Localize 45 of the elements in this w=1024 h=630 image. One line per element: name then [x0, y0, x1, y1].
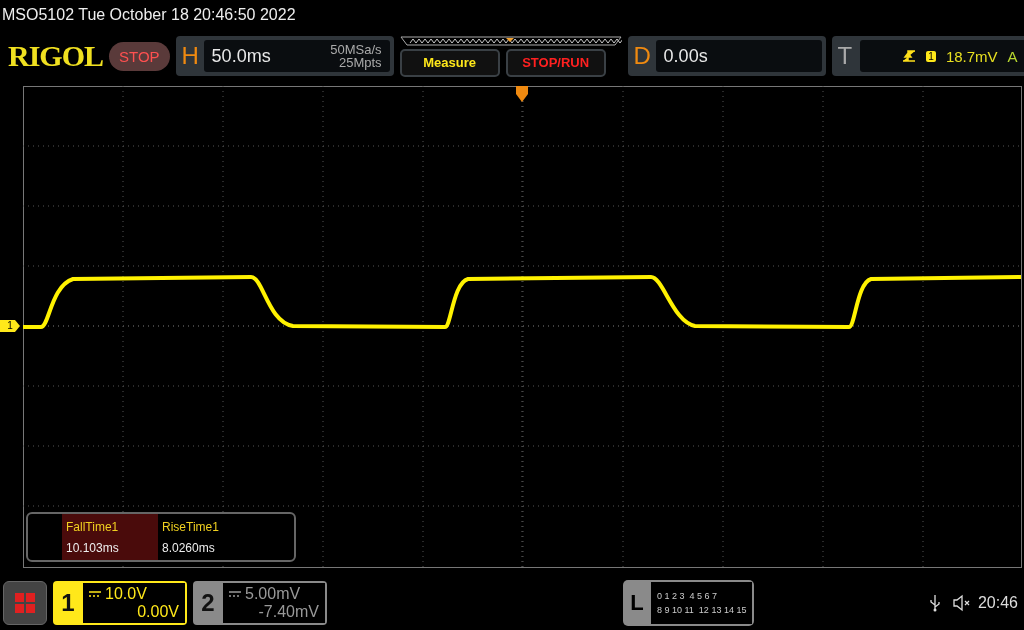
trigger-level: 18.7mV [945, 47, 998, 65]
channel-offset: 0.00V [136, 603, 179, 621]
channel-scale: 5.00mV [245, 585, 301, 603]
logic-channel-numbers: 0 1 2 3 4 5 6 7 [657, 591, 719, 601]
timebase-value: 50.0ms [211, 45, 271, 67]
rising-edge-icon [902, 49, 917, 63]
measurement-item[interactable]: FallTime1 10.103ms [62, 514, 158, 560]
clock: 20:46 [977, 594, 1018, 612]
channel-number: 1 [60, 588, 76, 618]
measure-button[interactable]: Measure [399, 48, 500, 77]
channel-number: 2 [200, 588, 216, 618]
measurement-value: 10.103ms [66, 540, 120, 555]
trigger-label: T [837, 42, 854, 70]
delay-panel[interactable]: D 0.00s [627, 36, 826, 76]
horizontal-label: H [181, 42, 200, 70]
sample-rate: 50MSa/s [330, 43, 382, 56]
status-line: MSO5102 Tue October 18 20:46:50 2022 [1, 5, 297, 25]
horizontal-panel[interactable]: H 50.0ms 50MSa/s 25Mpts [175, 36, 394, 76]
menu-button[interactable] [3, 581, 47, 625]
trigger-position-icon [516, 86, 528, 102]
speaker-muted-icon [951, 594, 972, 612]
trigger-panel[interactable]: T 1 18.7mV A [831, 36, 1024, 76]
dc-coupling-icon [89, 591, 101, 597]
measurement-value: 8.0260ms [162, 540, 216, 555]
memory-depth: 25Mpts [338, 56, 382, 69]
channel-marker: 1 [0, 320, 20, 332]
delay-value: 0.00s [663, 45, 708, 67]
channel-scale: 10.0V [105, 585, 147, 603]
channel-panel[interactable]: 1 10.0V 0.00V [53, 581, 187, 625]
dc-coupling-icon [229, 591, 241, 597]
channel-offset: -7.40mV [257, 603, 319, 621]
brand-logo: RIGOL [8, 39, 104, 73]
usb-icon [929, 594, 940, 612]
logic-channel-numbers: 8 9 10 11 12 13 14 15 [657, 605, 747, 615]
channel-panel[interactable]: 2 5.00mV -7.40mV [193, 581, 327, 625]
logic-label: L [629, 589, 645, 617]
grid-menu-icon [14, 592, 36, 614]
trigger-source-badge: 1 [926, 50, 936, 62]
stop-run-button[interactable]: STOP/RUN [505, 48, 606, 77]
delay-label: D [633, 42, 652, 70]
logic-panel[interactable]: L 0 1 2 3 4 5 6 7 8 9 10 11 12 13 14 15 [623, 580, 755, 626]
measurement-item[interactable]: RiseTime1 8.0260ms [158, 514, 254, 560]
measurement-name: FallTime1 [66, 519, 120, 534]
measurement-name: RiseTime1 [162, 519, 220, 534]
trigger-mode: A [1007, 47, 1018, 65]
